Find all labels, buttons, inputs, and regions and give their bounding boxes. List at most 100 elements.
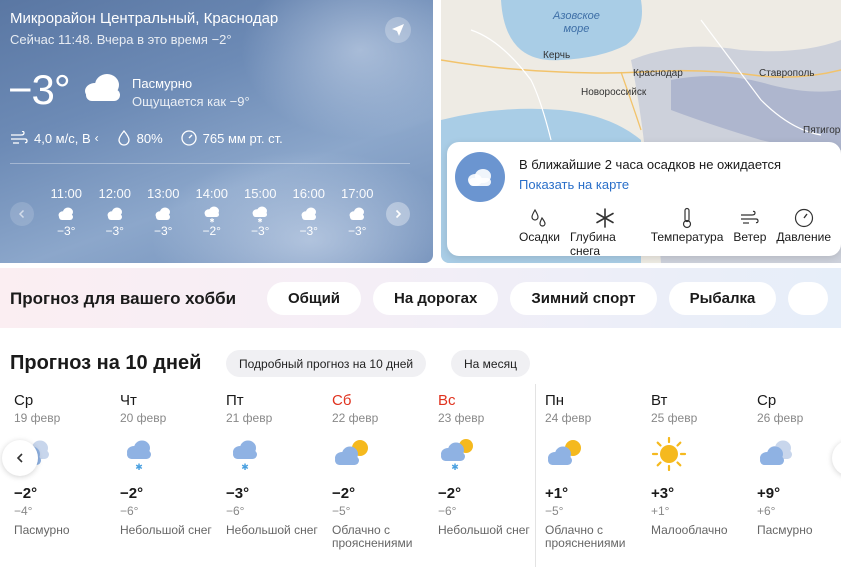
divider [10,163,410,164]
sea-label-line: море [563,23,590,35]
day-temp-low: −6° [226,504,245,518]
hour-time: 15:00 [243,186,277,201]
light-snow-icon: ✱ [226,437,326,472]
day-name: Ср [14,392,34,409]
hourly-item: 14:00 ✱ −2° [188,186,237,238]
svg-text:✱: ✱ [209,218,214,224]
wind-value: 4,0 м/с, В [34,130,91,146]
current-time-subtitle: Сейчас 11:48. Вчера в это время −2° [10,32,232,47]
day-temp-high: −2° [120,485,144,502]
pressure-value: 765 мм рт. ст. [202,130,283,146]
sun-snow-icon: ✱ [438,437,538,472]
day-condition: Небольшой снег [226,523,318,537]
show-on-map-link[interactable]: Показать на карте [519,177,629,192]
day-forecast[interactable]: Вт 25 февр +3° +1° Малооблачно [651,384,751,537]
humidity-value: 80% [136,130,163,146]
hobby-chips: Общий На дорогах Зимний спорт Рыбалка [267,282,840,315]
chevron-left-icon [16,453,23,463]
day-name: Вт [651,392,668,409]
month-forecast-button[interactable]: На месяц [451,350,530,377]
hobby-chip[interactable]: Зимний спорт [510,282,657,315]
sun-icon [651,436,751,472]
day-condition: Пасмурно [14,523,70,537]
day-forecast[interactable]: Чт 20 февр ✱ −2° −6° Небольшой снег [120,384,220,537]
day-temp-high: −2° [14,485,38,502]
day-forecast[interactable]: Сб 22 февр −2° −5° Облачно с прояснениями [332,384,432,550]
map-layer-wind[interactable]: Ветер [733,206,766,258]
humidity-drop-icon [117,130,130,146]
wind-direction-icon: ‹ [94,131,99,145]
feels-like-text: Ощущается как −9° [132,94,250,109]
days-prev-button[interactable] [2,440,38,476]
sea-label: Азовское море [553,10,600,36]
thermometer-icon [680,206,694,230]
current-temperature: −3° [8,66,71,113]
hour-time: 13:00 [146,186,180,201]
ten-day-title: Прогноз на 10 дней [10,352,202,374]
day-forecast[interactable]: Ср 26 февр +9° +6° Пасмурно [757,384,841,537]
day-temp-high: −3° [226,485,250,502]
overcast-icon [757,437,841,471]
partly-cloudy-icon [332,437,432,471]
cloudy-icon [153,204,173,224]
day-temp-high: −2° [332,485,356,502]
weather-params: 4,0 м/с, В ‹ 80% 765 мм рт. ст. [10,130,301,146]
city-label-krasnodar: Краснодар [633,68,683,79]
hobby-chip[interactable]: На дорогах [373,282,499,315]
hour-temp: −3° [57,224,76,238]
day-condition: Облачно с прояснениями [332,523,413,550]
map-layer-precipitation[interactable]: Осадки [519,206,560,258]
condition-text: Пасмурно [132,76,193,91]
day-temp-low: −5° [332,504,351,518]
precipitation-icon [530,206,548,230]
navigation-arrow-icon [392,24,404,36]
map-layer-snowflake[interactable]: Глубина снега [570,206,641,258]
day-date: 26 февр [757,411,804,425]
location-title[interactable]: Микрорайон Центральный, Краснодар [10,10,278,27]
day-date: 19 февр [14,411,61,425]
sea-label-line: Азовское [553,10,600,22]
partly-cloudy-icon [545,437,645,471]
cloudy-icon [105,204,125,224]
chevron-left-icon [18,209,25,219]
hourly-item: 17:00 −3° [333,186,382,238]
day-name: Пт [226,392,244,409]
chevron-right-icon [395,209,402,219]
day-forecast[interactable]: Пт 21 февр ✱ −3° −6° Небольшой снег [226,384,326,537]
svg-text:✱: ✱ [451,462,459,471]
day-name: Сб [332,392,352,409]
day-name: Чт [120,392,137,409]
map-layer-pressure[interactable]: Давление [776,206,831,258]
hour-time: 14:00 [195,186,229,201]
hourly-item: 16:00 −3° [285,186,334,238]
day-forecast[interactable]: Пн 24 февр +1° −5° Облачно с прояснениями [545,384,645,550]
hourly-item: 13:00 −3° [139,186,188,238]
day-condition: Малооблачно [651,523,728,537]
hour-time: 16:00 [292,186,326,201]
hourly-next-button[interactable] [386,202,410,226]
cloudy-icon [299,204,319,224]
day-temp-low: −5° [545,504,564,518]
day-date: 24 февр [545,411,592,425]
day-temp-low: +6° [757,504,776,518]
map-layer-thermometer[interactable]: Температура [651,206,723,258]
hour-temp: −3° [105,224,124,238]
hobby-chip-partial[interactable] [788,282,829,315]
cloud-icon [455,152,505,202]
day-forecast[interactable]: Вс 23 февр ✱ −2° −6° Небольшой снег [438,384,538,537]
day-temp-low: −4° [14,504,33,518]
hour-time: 11:00 [50,186,83,201]
pressure-gauge-icon [181,130,197,146]
cloudy-icon [56,204,76,224]
precipitation-title: В ближайшие 2 часа осадков не ожидается [519,157,782,172]
hourly-prev-button[interactable] [10,202,34,226]
locate-button[interactable] [385,17,411,43]
wind-param: 4,0 м/с, В ‹ [10,131,99,146]
detailed-forecast-button[interactable]: Подробный прогноз на 10 дней [226,350,427,377]
light-snow-icon: ✱ [120,437,220,472]
svg-text:✱: ✱ [241,462,249,471]
hobby-chip[interactable]: Общий [267,282,362,315]
hour-temp: −2° [202,224,221,238]
hobby-chip[interactable]: Рыбалка [668,282,777,315]
hour-temp: −3° [299,224,318,238]
